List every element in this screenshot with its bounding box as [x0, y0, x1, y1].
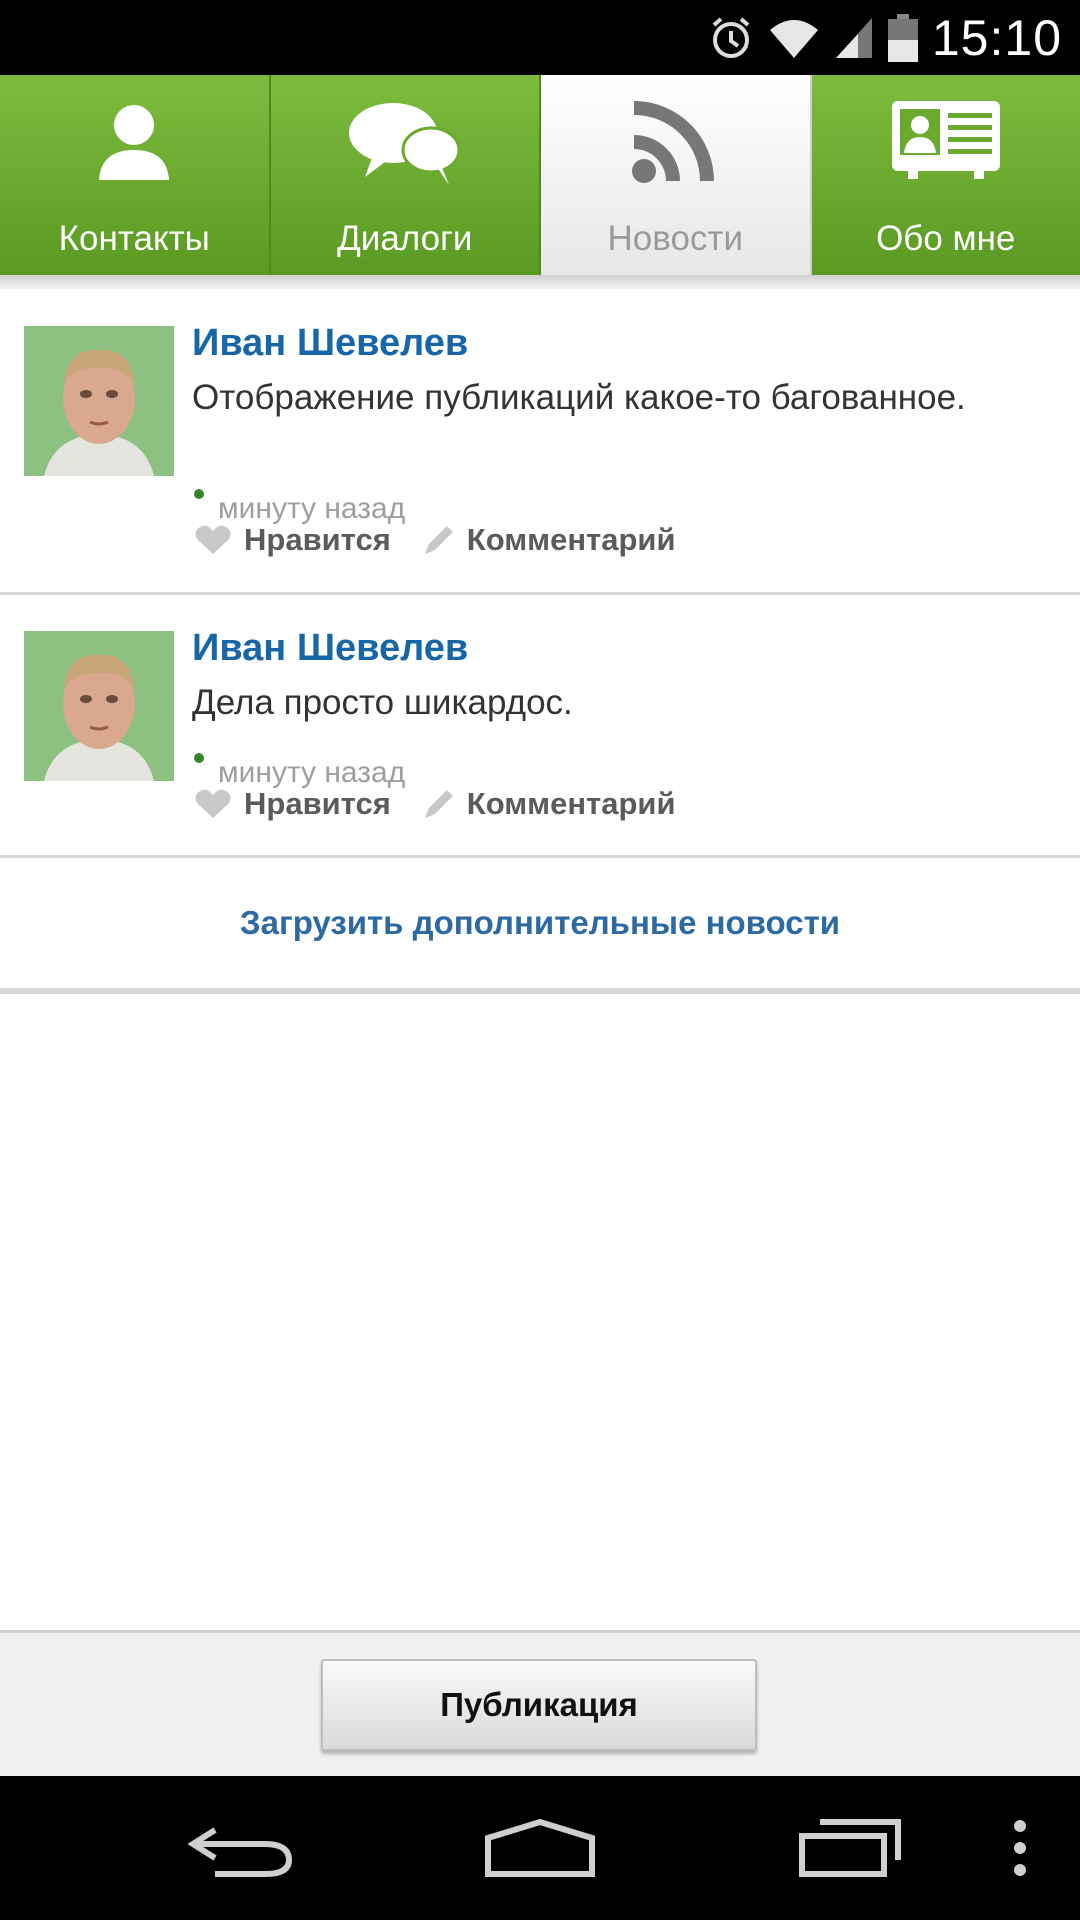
home-icon	[485, 1818, 595, 1877]
like-button[interactable]: Нравится	[194, 786, 391, 822]
avatar[interactable]	[24, 326, 174, 476]
tab-bar-shadow	[0, 275, 1080, 289]
heart-icon	[195, 525, 231, 554]
pencil-icon	[424, 790, 453, 818]
rss-feed-icon	[632, 101, 715, 183]
tab-news[interactable]: Новости	[541, 75, 812, 275]
clock: 15:10	[931, 9, 1062, 66]
chat-bubbles-icon	[348, 103, 461, 185]
tab-label: Контакты	[58, 219, 210, 258]
comment-button[interactable]: Комментарий	[421, 786, 676, 822]
signal-icon	[835, 17, 872, 58]
tab-label: Обо мне	[876, 219, 1016, 258]
post-time: минуту назад	[218, 492, 406, 525]
like-label: Нравится	[244, 522, 391, 557]
comment-button[interactable]: Комментарий	[421, 522, 676, 558]
status-bar: 15:10	[0, 0, 1080, 75]
recent-apps-icon	[799, 1819, 901, 1877]
online-indicator	[194, 753, 204, 763]
pencil-icon	[424, 526, 453, 554]
menu-button[interactable]	[990, 1776, 1050, 1920]
wifi-icon	[769, 19, 818, 58]
tab-bar: Контакты Диалоги Новости Обо мне	[0, 75, 1080, 275]
post-author[interactable]: Иван Шевелев	[192, 627, 468, 670]
post-text: Дела просто шикардос.	[192, 683, 573, 722]
back-button[interactable]	[170, 1776, 310, 1920]
battery-icon	[887, 13, 918, 62]
online-indicator	[194, 489, 204, 499]
home-button[interactable]	[470, 1776, 610, 1920]
post-text: Отображение публикаций какое-то багованн…	[192, 378, 966, 417]
contact-icon	[99, 105, 170, 180]
comment-label: Комментарий	[466, 522, 676, 557]
like-label: Нравится	[244, 786, 391, 821]
post-time: минуту назад	[218, 756, 406, 789]
news-feed: Иван Шевелев Отображение публикаций како…	[0, 289, 1080, 858]
publish-button[interactable]: Публикация	[321, 1659, 757, 1751]
divider	[0, 988, 1080, 994]
load-more-button[interactable]: Загрузить дополнительные новости	[0, 858, 1080, 988]
tab-dialogs[interactable]: Диалоги	[270, 75, 541, 275]
avatar[interactable]	[24, 631, 174, 781]
overflow-menu-icon	[1014, 1820, 1026, 1876]
heart-icon	[195, 789, 231, 818]
post-actions: Нравится Комментарий	[194, 522, 676, 558]
alarm-icon	[712, 16, 750, 58]
news-post: Иван Шевелев Отображение публикаций како…	[0, 289, 1080, 595]
tab-contacts[interactable]: Контакты	[0, 75, 271, 275]
recent-apps-button[interactable]	[780, 1776, 920, 1920]
tab-label: Диалоги	[337, 219, 473, 258]
like-button[interactable]: Нравится	[194, 522, 391, 558]
tab-about-me[interactable]: Обо мне	[811, 75, 1080, 275]
bottom-action-bar: Публикация	[0, 1630, 1080, 1779]
news-post: Иван Шевелев Дела просто шикардос. минут…	[0, 595, 1080, 858]
comment-label: Комментарий	[466, 786, 676, 821]
post-author[interactable]: Иван Шевелев	[192, 322, 468, 365]
profile-card-icon	[891, 101, 1000, 179]
back-icon	[187, 1827, 293, 1877]
tab-label: Новости	[607, 219, 744, 258]
post-actions: Нравится Комментарий	[194, 786, 676, 822]
navigation-bar	[0, 1776, 1080, 1920]
